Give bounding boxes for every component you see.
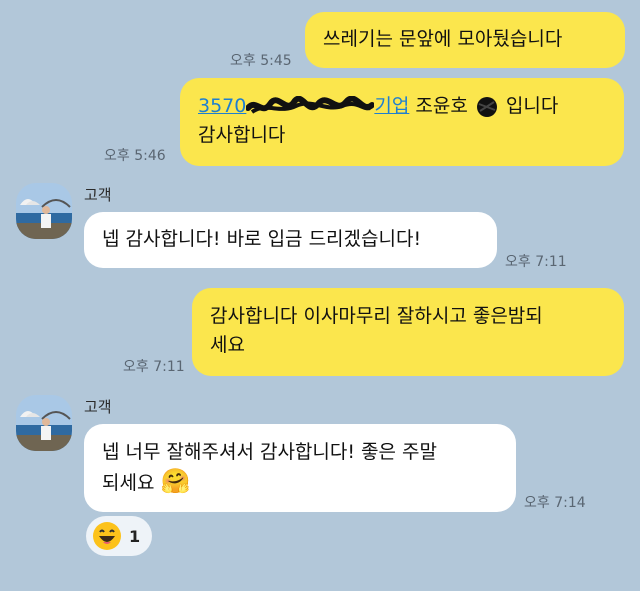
grinning-face-emoji-icon [93,522,121,550]
message-line: 감사합니다 [198,124,286,146]
message-time: 오후 5:45 [230,53,292,69]
message-line: 되세요 🤗 [102,467,191,495]
message-text: 넵 감사합니다! 바로 입금 드리겠습니다! [102,228,422,250]
message-text: 쓰레기는 문앞에 모아뒀습니다 [323,28,563,50]
redaction-scribble [246,95,375,114]
message-text: 조윤호 [409,95,474,117]
their-message-bubble[interactable]: 넵 너무 잘해주셔서 감사합니다! 좋은 주말 되세요 🤗 [84,424,516,512]
avatar-photo [16,395,72,451]
redaction-scribble [476,96,497,117]
avatar-photo [16,183,72,239]
message-line: 3570 기업 조윤호 입니다 [198,92,606,121]
message-line: 세요 [210,334,245,356]
reaction-badge[interactable]: 1 [86,516,152,556]
message-time: 오후 7:11 [505,254,567,270]
account-number-link[interactable]: 3570 기업 [198,95,409,117]
message-time: 오후 5:46 [104,148,166,164]
message-line: 감사합니다 이사마무리 잘하시고 좋은밤되 [210,305,543,327]
message-time: 오후 7:11 [123,359,185,375]
message-text: 입니다 [499,95,559,117]
message-line: 넵 너무 잘해주셔서 감사합니다! 좋은 주말 [102,441,437,463]
sender-name: 고객 [84,186,112,204]
my-message-bubble[interactable]: 쓰레기는 문앞에 모아뒀습니다 [305,12,625,68]
sender-name: 고객 [84,398,112,416]
hugging-face-emoji: 🤗 [160,467,191,495]
my-message-bubble[interactable]: 3570 기업 조윤호 입니다 감사합니다 [180,78,624,166]
my-message-bubble[interactable]: 감사합니다 이사마무리 잘하시고 좋은밤되 세요 [192,288,624,376]
sender-avatar[interactable] [16,395,72,451]
sender-avatar[interactable] [16,183,72,239]
reaction-count: 1 [129,526,141,546]
message-time: 오후 7:14 [524,495,586,511]
their-message-bubble[interactable]: 넵 감사합니다! 바로 입금 드리겠습니다! [84,212,497,268]
